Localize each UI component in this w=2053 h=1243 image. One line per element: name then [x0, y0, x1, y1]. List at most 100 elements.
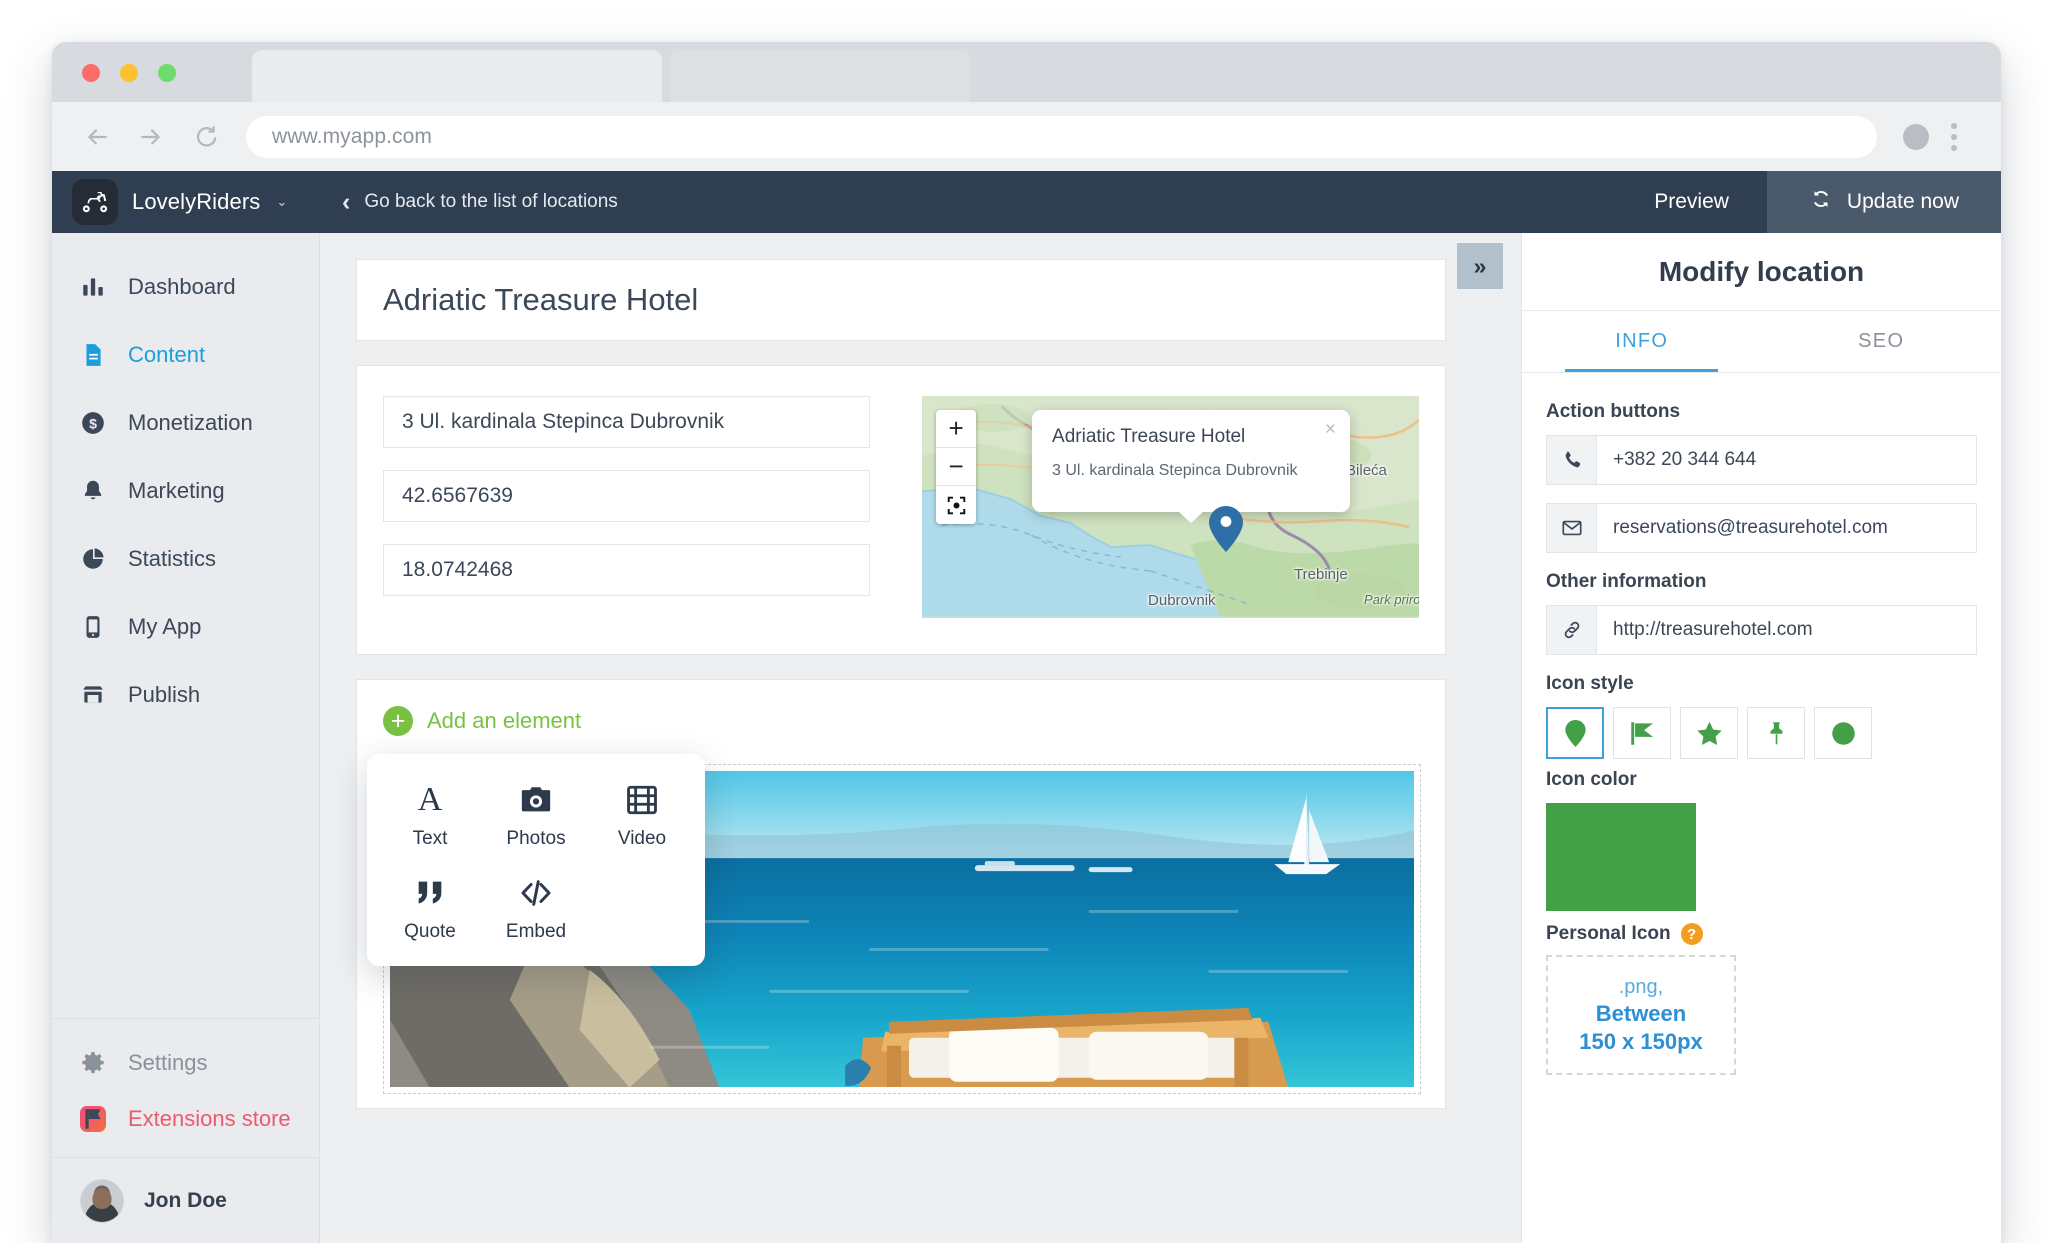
latitude-input[interactable]: 42.6567639 — [383, 470, 870, 522]
sidebar-item-label: Monetization — [128, 410, 253, 436]
icon-style-circle[interactable] — [1814, 707, 1872, 759]
dollar-circle-icon: $ — [80, 410, 106, 436]
arrow-left-icon[interactable] — [82, 122, 112, 152]
website-field[interactable]: http://treasurehotel.com — [1546, 605, 1977, 655]
zoom-out-button[interactable]: − — [936, 448, 976, 486]
user-name: Jon Doe — [144, 1189, 227, 1213]
location-map[interactable]: + − Ljubinje Bileća Trebinje Dubrovnik P… — [922, 396, 1419, 618]
map-popup-title: Adriatic Treasure Hotel — [1052, 426, 1330, 448]
sidebar-item-dashboard[interactable]: Dashboard — [52, 253, 319, 321]
help-icon[interactable]: ? — [1681, 923, 1703, 945]
motorcycle-logo-icon — [72, 179, 118, 225]
window-controls — [82, 64, 176, 82]
sidebar-item-my-app[interactable]: My App — [52, 593, 319, 661]
collapse-panel-button[interactable]: » — [1457, 243, 1503, 289]
tab-seo-label: SEO — [1858, 330, 1904, 353]
gear-icon — [80, 1050, 106, 1076]
picker-item-quote[interactable]: Quote — [377, 863, 483, 956]
location-card: 3 Ul. kardinala Stepinca Dubrovnik 42.65… — [356, 365, 1446, 655]
elements-card: + Add an element — [356, 679, 1446, 1109]
longitude-input[interactable]: 18.0742468 — [383, 544, 870, 596]
other-information-label: Other information — [1546, 571, 1977, 593]
circle-icon — [1830, 720, 1857, 747]
map-zoom-controls[interactable]: + − — [936, 410, 976, 524]
close-window-dot[interactable] — [82, 64, 100, 82]
kebab-menu-icon[interactable] — [1951, 123, 1957, 151]
sidebar-user-row[interactable]: Jon Doe — [52, 1157, 319, 1243]
sidebar-item-marketing[interactable]: Marketing — [52, 457, 319, 525]
camera-icon — [519, 780, 553, 820]
go-back-link[interactable]: ‹ Go back to the list of locations — [342, 190, 618, 215]
fullscreen-icon[interactable] — [936, 486, 976, 524]
film-strip-icon — [625, 780, 659, 820]
email-value: reservations@treasurehotel.com — [1597, 504, 1976, 552]
email-field[interactable]: reservations@treasurehotel.com — [1546, 503, 1977, 553]
minimize-window-dot[interactable] — [120, 64, 138, 82]
sidebar-item-settings[interactable]: Settings — [52, 1035, 319, 1091]
icon-color-swatch[interactable] — [1546, 803, 1696, 911]
sidebar-item-publish[interactable]: Publish — [52, 661, 319, 729]
bell-icon — [80, 478, 106, 504]
icon-style-map-pin[interactable] — [1546, 707, 1604, 759]
sidebar-item-label: Statistics — [128, 546, 216, 572]
picker-item-text[interactable]: A Text — [377, 770, 483, 863]
sidebar-item-label: Publish — [128, 682, 200, 708]
tab-info[interactable]: INFO — [1522, 311, 1762, 372]
address-bar[interactable]: www.myapp.com — [246, 116, 1877, 158]
pie-chart-icon — [80, 546, 106, 572]
map-pin-icon — [1562, 720, 1589, 747]
text-a-icon: A — [418, 780, 443, 820]
upload-filetype: .png, — [1619, 976, 1663, 999]
phone-field[interactable]: +382 20 344 644 — [1546, 435, 1977, 485]
update-now-button[interactable]: Update now — [1767, 171, 2001, 233]
svg-text:$: $ — [89, 415, 97, 431]
sidebar-secondary-nav: Settings Extensions store — [52, 1018, 319, 1157]
website-value: http://treasurehotel.com — [1597, 606, 1976, 654]
sidebar-item-label: Settings — [128, 1050, 208, 1076]
sidebar-item-monetization[interactable]: $ Monetization — [52, 389, 319, 457]
avatar — [80, 1179, 124, 1223]
go-back-label: Go back to the list of locations — [364, 191, 617, 213]
location-fields: 3 Ul. kardinala Stepinca Dubrovnik 42.65… — [383, 396, 870, 624]
picker-item-video[interactable]: Video — [589, 770, 695, 863]
browser-profile-avatar[interactable] — [1903, 124, 1929, 150]
personal-icon-upload[interactable]: .png, Between 150 x 150px — [1546, 955, 1736, 1075]
add-element-button[interactable]: + Add an element — [357, 680, 1445, 736]
tab-seo[interactable]: SEO — [1762, 311, 2002, 372]
mobile-phone-icon — [80, 614, 106, 640]
picker-item-embed[interactable]: Embed — [483, 863, 589, 956]
icon-style-pushpin[interactable] — [1747, 707, 1805, 759]
browser-toolbar: www.myapp.com — [52, 102, 2001, 171]
sidebar-item-extensions-store[interactable]: Extensions store — [52, 1091, 319, 1147]
address-bar-text: www.myapp.com — [272, 125, 432, 149]
arrow-right-icon[interactable] — [136, 122, 166, 152]
code-embed-icon — [519, 873, 553, 913]
address-input[interactable]: 3 Ul. kardinala Stepinca Dubrovnik — [383, 396, 870, 448]
icon-color-label: Icon color — [1546, 769, 1977, 791]
maximize-window-dot[interactable] — [158, 64, 176, 82]
sidebar-item-statistics[interactable]: Statistics — [52, 525, 319, 593]
icon-style-options — [1546, 707, 1977, 759]
browser-tab-inactive[interactable] — [670, 50, 970, 102]
reload-icon[interactable] — [190, 122, 220, 152]
sidebar-item-content[interactable]: Content — [52, 321, 319, 389]
browser-tab-active[interactable] — [252, 50, 662, 102]
store-icon — [80, 682, 106, 708]
address-value: 3 Ul. kardinala Stepinca Dubrovnik — [402, 410, 724, 434]
app-topbar: LovelyRiders ⌄ ‹ Go back to the list of … — [52, 171, 2001, 233]
close-icon[interactable]: × — [1325, 419, 1336, 441]
preview-button[interactable]: Preview — [1616, 171, 1767, 233]
main-content: Adriatic Treasure Hotel 3 Ul. kardinala … — [320, 233, 1521, 1243]
icon-style-flag[interactable] — [1613, 707, 1671, 759]
chevron-left-icon: ‹ — [342, 190, 350, 215]
personal-icon-label-row: Personal Icon ? — [1546, 923, 1977, 945]
brand-switcher[interactable]: LovelyRiders ⌄ — [52, 171, 320, 233]
map-pin-marker[interactable] — [1209, 506, 1243, 552]
pushpin-icon — [1763, 720, 1790, 747]
zoom-in-button[interactable]: + — [936, 410, 976, 448]
element-type-picker: A Text Photos — [367, 754, 705, 966]
sidebar: Dashboard Content $ Monetization — [52, 233, 320, 1243]
picker-item-photos[interactable]: Photos — [483, 770, 589, 863]
app-container: LovelyRiders ⌄ ‹ Go back to the list of … — [52, 171, 2001, 1243]
icon-style-star[interactable] — [1680, 707, 1738, 759]
